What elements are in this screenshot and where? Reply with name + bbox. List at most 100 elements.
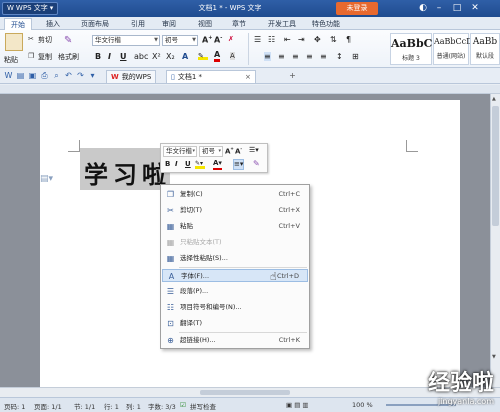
font-color-icon[interactable]: A [214,50,221,62]
save-icon[interactable]: ▣ [28,71,37,80]
distribute-icon[interactable]: ≡ [320,52,327,61]
grow-font-icon[interactable]: A+ [202,35,212,45]
print-preview-icon[interactable]: ⌕ [52,71,61,80]
underline-icon[interactable]: U [120,52,127,61]
scrollbar-thumb[interactable] [200,390,290,395]
format-painter-icon[interactable]: ✎ [253,159,260,168]
tab-home[interactable]: 开始 [4,18,32,30]
strikethrough-icon[interactable]: abc [134,52,148,61]
borders-icon[interactable]: ⊞ [352,52,359,61]
mini-font-name-select[interactable]: 华文行楷 ▾ [163,146,197,157]
maximize-icon[interactable]: □ [450,1,464,15]
horizontal-scrollbar[interactable] [0,387,500,397]
char-shading-icon[interactable]: A [230,52,235,60]
justify-icon[interactable]: ≡ [306,52,313,61]
menu-item-cut[interactable]: ✂ 剪切(T) Ctrl+X [162,204,308,217]
style-default-paragraph[interactable]: AaBb 默认段 [470,33,500,65]
margin-corner [406,140,418,152]
font-size-select[interactable]: 初号 ▼ [162,35,198,46]
text-effect-icon[interactable]: A [182,52,188,61]
underline-icon[interactable]: U [185,160,191,168]
menu-item-translate[interactable]: ⊡ 翻译(T) [162,317,308,330]
scroll-up-icon[interactable]: ▲ [492,96,496,102]
tab-developer[interactable]: 开发工具 [262,18,302,30]
menu-item-font[interactable]: A 字体(F)... Ctrl+D [162,269,308,282]
shrink-font-icon[interactable]: A- [235,146,242,155]
paste-label[interactable]: 粘贴 [4,55,18,65]
menu-item-paragraph[interactable]: ☰ 段落(P)... [162,285,308,298]
scroll-down-icon[interactable]: ▼ [492,354,496,360]
tab-review[interactable]: 审阅 [156,18,182,30]
text-selection[interactable]: 学习啦 [80,148,170,190]
skin-icon[interactable]: ◐ [416,1,430,15]
align-left-icon[interactable]: ≡ [264,52,271,61]
format-painter-button[interactable]: 格式刷 [58,52,79,62]
close-icon[interactable]: ✕ [468,1,482,15]
style-heading-3[interactable]: AaBbC 标题 3 [390,33,432,65]
bullets-icon[interactable]: ☰ [254,35,261,44]
increase-indent-icon[interactable]: ⇥ [298,35,305,44]
copy-icon: ❐ [166,190,175,199]
copy-button[interactable]: 复制 [38,52,52,62]
line-spacing-icon[interactable]: ↕ [336,52,343,61]
mini-font-size-select[interactable]: 初号 ▾ [199,146,223,157]
paste-icon[interactable] [5,33,23,51]
close-tab-icon[interactable]: × [245,71,251,83]
undo-icon[interactable]: ↶ [64,71,73,80]
cut-button[interactable]: 剪切 [38,35,52,45]
new-tab-icon[interactable]: + [288,71,297,80]
minimize-icon[interactable]: – [432,1,446,15]
tab-view[interactable]: 视图 [192,18,218,30]
tab-references[interactable]: 引用 [125,18,151,30]
shrink-font-icon[interactable]: A- [214,35,222,45]
tab-page-layout[interactable]: 页面布局 [75,18,115,30]
decrease-indent-icon[interactable]: ⇤ [284,35,291,44]
redo-icon[interactable]: ↷ [76,71,85,80]
status-word-count[interactable]: 字数: 3/3 [148,401,176,411]
menu-item-hyperlink[interactable]: ⊕ 超链接(H)... Ctrl+K [162,334,308,347]
tab-sections[interactable]: 章节 [226,18,252,30]
print-icon[interactable]: ⎙ [40,71,49,80]
open-folder-icon[interactable]: ▤ [16,71,25,80]
chinese-layout-icon[interactable]: ✥ [314,35,321,44]
highlight-icon[interactable]: ✎ [198,52,208,60]
superscript-icon[interactable]: X² [152,52,161,61]
align-center-icon[interactable]: ≡ [278,52,285,61]
sort-icon[interactable]: ⇅ [330,35,337,44]
style-normal-web[interactable]: AaBbCcD 普通(网站) [433,33,473,65]
show-marks-icon[interactable]: ¶ [346,35,351,44]
app-menu-button[interactable]: W WPS 文字 ▾ [2,2,59,15]
menu-item-paste-special[interactable]: ▦ 选择性粘贴(S)... [162,252,308,265]
align-right-icon[interactable]: ≡ [292,52,299,61]
doc-tab-document1[interactable]: ▯ 文档1 * × [166,70,256,83]
view-mode-icons[interactable]: ▣ ▤ ▥ [286,401,309,409]
font-name-select[interactable]: 华文行楷 ▼ [92,35,160,46]
bold-icon[interactable]: B [165,160,170,168]
document-heading[interactable]: 学习啦 [84,155,171,190]
font-color-icon[interactable]: A▾ [213,159,222,170]
menu-item-paste[interactable]: ▦ 粘贴 Ctrl+V [162,220,308,233]
vertical-scrollbar[interactable]: ▲ ▼ [490,94,500,387]
tab-special-features[interactable]: 特色功能 [306,18,346,30]
style-name: 标题 3 [402,55,420,62]
highlight-icon[interactable]: ✎▾ [195,160,205,169]
menu-item-bullets-numbering[interactable]: ☷ 项目符号和编号(N)... [162,301,308,314]
bold-icon[interactable]: B [95,52,101,61]
login-button[interactable]: 未登录 [336,2,378,15]
subscript-icon[interactable]: X₂ [166,52,175,61]
doc-tab-my-wps[interactable]: W 我的WPS [106,70,157,83]
wps-logo-icon[interactable]: W [4,71,13,80]
clear-format-icon[interactable]: ✗ [228,35,234,43]
menu-item-copy[interactable]: ❐ 复制(C) Ctrl+C [162,188,308,201]
italic-icon[interactable]: I [175,160,178,168]
align-icon[interactable]: ≡▾ [233,159,245,170]
numbering-icon[interactable]: ☷ [268,35,275,44]
grow-font-icon[interactable]: A+ [225,146,234,155]
spell-check-toggle[interactable]: 拼写检查 [190,401,216,411]
tab-insert[interactable]: 插入 [40,18,66,30]
chevron-down-icon[interactable]: ▾ [88,71,97,80]
line-spacing-icon[interactable]: ☰▾ [249,146,259,154]
scrollbar-thumb[interactable] [492,106,499,226]
italic-icon[interactable]: I [108,52,111,61]
menu-item-paste-text-only[interactable]: ▦ 只粘贴文本(T) [162,236,308,249]
